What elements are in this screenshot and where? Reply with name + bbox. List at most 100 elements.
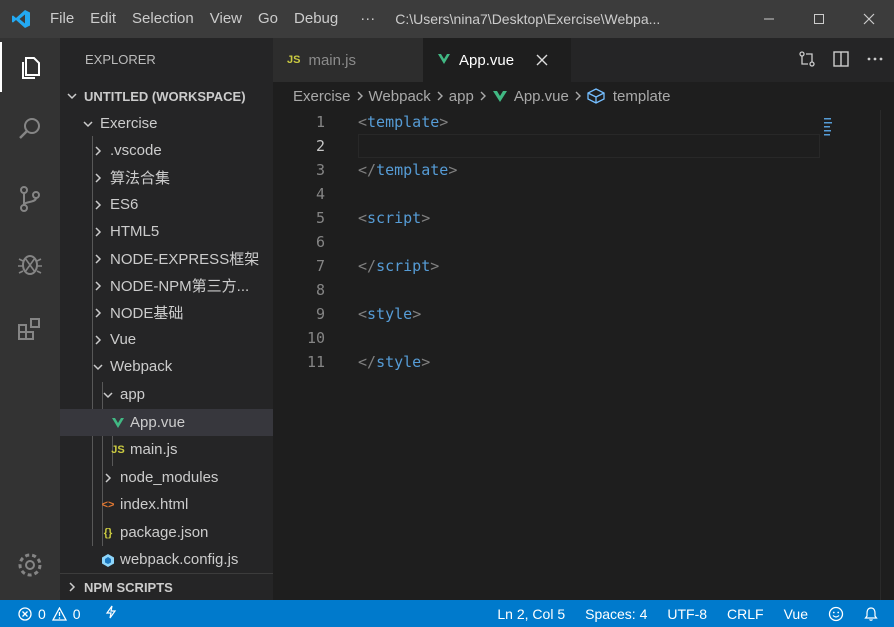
editor-scrollbar[interactable] [880,110,894,600]
html-file-icon: <> [101,498,115,511]
tree-label: NODE基础 [110,305,184,322]
close-window-button[interactable] [844,0,894,38]
line-number: 3 [315,161,325,179]
tree-folder-html5[interactable]: HTML5 [60,218,273,245]
chevron-down-icon [80,118,96,130]
tree-file-app-vue[interactable]: App.vue [60,409,273,436]
menu-file[interactable]: File [42,0,82,38]
window-title: C:\Users\nina7\Desktop\Exercise\Webpa... [395,11,661,27]
code-editor[interactable]: 1 <template> 2 3 </template> 4 5 <script… [273,110,894,600]
chevron-right-icon [90,280,106,292]
extensions-activity[interactable] [0,304,60,354]
tree-label: ES6 [110,196,139,213]
tree-folder-vscode[interactable]: .vscode [60,137,273,164]
tree-file-index-html[interactable]: <> index.html [60,491,273,518]
code-line-current: 2 [273,134,823,158]
close-tab-button[interactable] [534,52,550,68]
error-icon [18,606,32,621]
tree-folder-node-basics[interactable]: NODE基础 [60,299,273,326]
language-mode[interactable]: Vue [774,606,818,622]
tree-file-webpack-config[interactable]: webpack.config.js [60,546,273,573]
bell-icon [864,606,878,621]
menu-edit[interactable]: Edit [82,0,124,38]
tree-folder-vue[interactable]: Vue [60,326,273,353]
split-editor-button[interactable] [832,50,850,71]
tree-label: package.json [120,524,209,541]
window-controls [744,0,894,38]
tree-folder-node-modules[interactable]: node_modules [60,464,273,491]
search-activity[interactable] [0,104,60,154]
tree-folder-algorithms[interactable]: 算法合集 [60,164,273,191]
problems-indicator[interactable]: 0 0 [0,605,117,622]
breadcrumb-item-symbol[interactable]: template [587,88,670,105]
manage-activity[interactable] [0,540,60,590]
line-number: 4 [315,185,325,203]
tree-file-package-json[interactable]: {} package.json [60,519,273,546]
tree-label: .vscode [110,142,162,159]
tree-file-main-js[interactable]: JS main.js [60,436,273,463]
explorer-sidebar: EXPLORER UNTITLED (WORKSPACE) Exercise .… [60,38,273,600]
warning-count: 0 [72,605,81,622]
workspace-section-header[interactable]: UNTITLED (WORKSPACE) [60,82,273,110]
code-line: 8 [273,278,823,302]
open-changes-button[interactable] [798,50,816,71]
tree-folder-exercise[interactable]: Exercise [60,110,273,137]
encoding[interactable]: UTF-8 [657,606,717,622]
minimap[interactable] [824,118,836,138]
breadcrumb-item[interactable]: app [449,88,474,105]
vue-icon [110,417,126,429]
tree-folder-es6[interactable]: ES6 [60,191,273,218]
bug-icon [18,255,42,275]
line-number: 7 [315,257,325,275]
breadcrumb-item[interactable]: Webpack [369,88,431,105]
menu-view[interactable]: View [202,0,250,38]
menu-debug[interactable]: Debug [286,0,346,38]
tree-folder-app[interactable]: app [60,381,273,408]
menu-selection[interactable]: Selection [124,0,202,38]
code-line: 1 <template> [273,110,823,134]
line-number: 5 [315,209,325,227]
workspace-label: UNTITLED (WORKSPACE) [84,88,246,104]
maximize-button[interactable] [794,0,844,38]
tree-label: Webpack [110,358,173,375]
feedback-button[interactable] [818,606,854,622]
end-of-line[interactable]: CRLF [717,606,774,622]
vscode-logo-icon [0,0,42,38]
json-file-icon: {} [103,526,113,539]
debug-activity[interactable] [0,238,60,288]
gear-icon [18,553,42,577]
sidebar-title: EXPLORER [85,52,156,67]
indentation[interactable]: Spaces: 4 [575,606,657,622]
status-bar: 0 0 Ln 2, Col 5 Spaces: 4 UTF-8 CRLF Vue [0,600,894,627]
tree-label: node_modules [120,469,219,486]
cursor-position[interactable]: Ln 2, Col 5 [487,606,575,622]
tree-label: main.js [130,441,178,458]
tree-folder-webpack[interactable]: Webpack [60,353,273,380]
menu-go[interactable]: Go [250,0,286,38]
menu-bar: File Edit Selection View Go Debug ··· [42,0,389,38]
webpack-file-icon [100,553,116,567]
tab-main-js[interactable]: JS main.js [273,38,423,82]
npm-scripts-section[interactable]: NPM SCRIPTS [60,573,273,600]
explorer-activity[interactable] [0,42,60,92]
minimize-icon [764,18,774,20]
tab-app-vue[interactable]: App.vue [423,38,571,82]
live-share-button[interactable] [105,605,117,622]
breadcrumb-item-file[interactable]: App.vue [492,88,569,105]
js-file-icon: JS [111,443,125,456]
smiley-icon [828,606,844,621]
tree-folder-node-npm[interactable]: NODE-NPM第三方... [60,272,273,299]
more-actions-button[interactable] [866,50,884,71]
tree-folder-node-express[interactable]: NODE-EXPRESS框架 [60,245,273,272]
notifications-button[interactable] [854,606,894,622]
minimize-button[interactable] [744,0,794,38]
warning-icon [51,606,67,621]
js-file-icon: JS [287,54,301,66]
line-number: 9 [315,305,325,323]
breadcrumb-item[interactable]: Exercise [293,88,351,105]
menu-more[interactable]: ··· [346,0,389,38]
tree-label: NODE-NPM第三方... [110,278,250,295]
breadcrumb-label: App.vue [513,87,569,105]
breadcrumb: Exercise Webpack app App.vue template [273,82,894,110]
source-control-activity[interactable] [0,174,60,224]
